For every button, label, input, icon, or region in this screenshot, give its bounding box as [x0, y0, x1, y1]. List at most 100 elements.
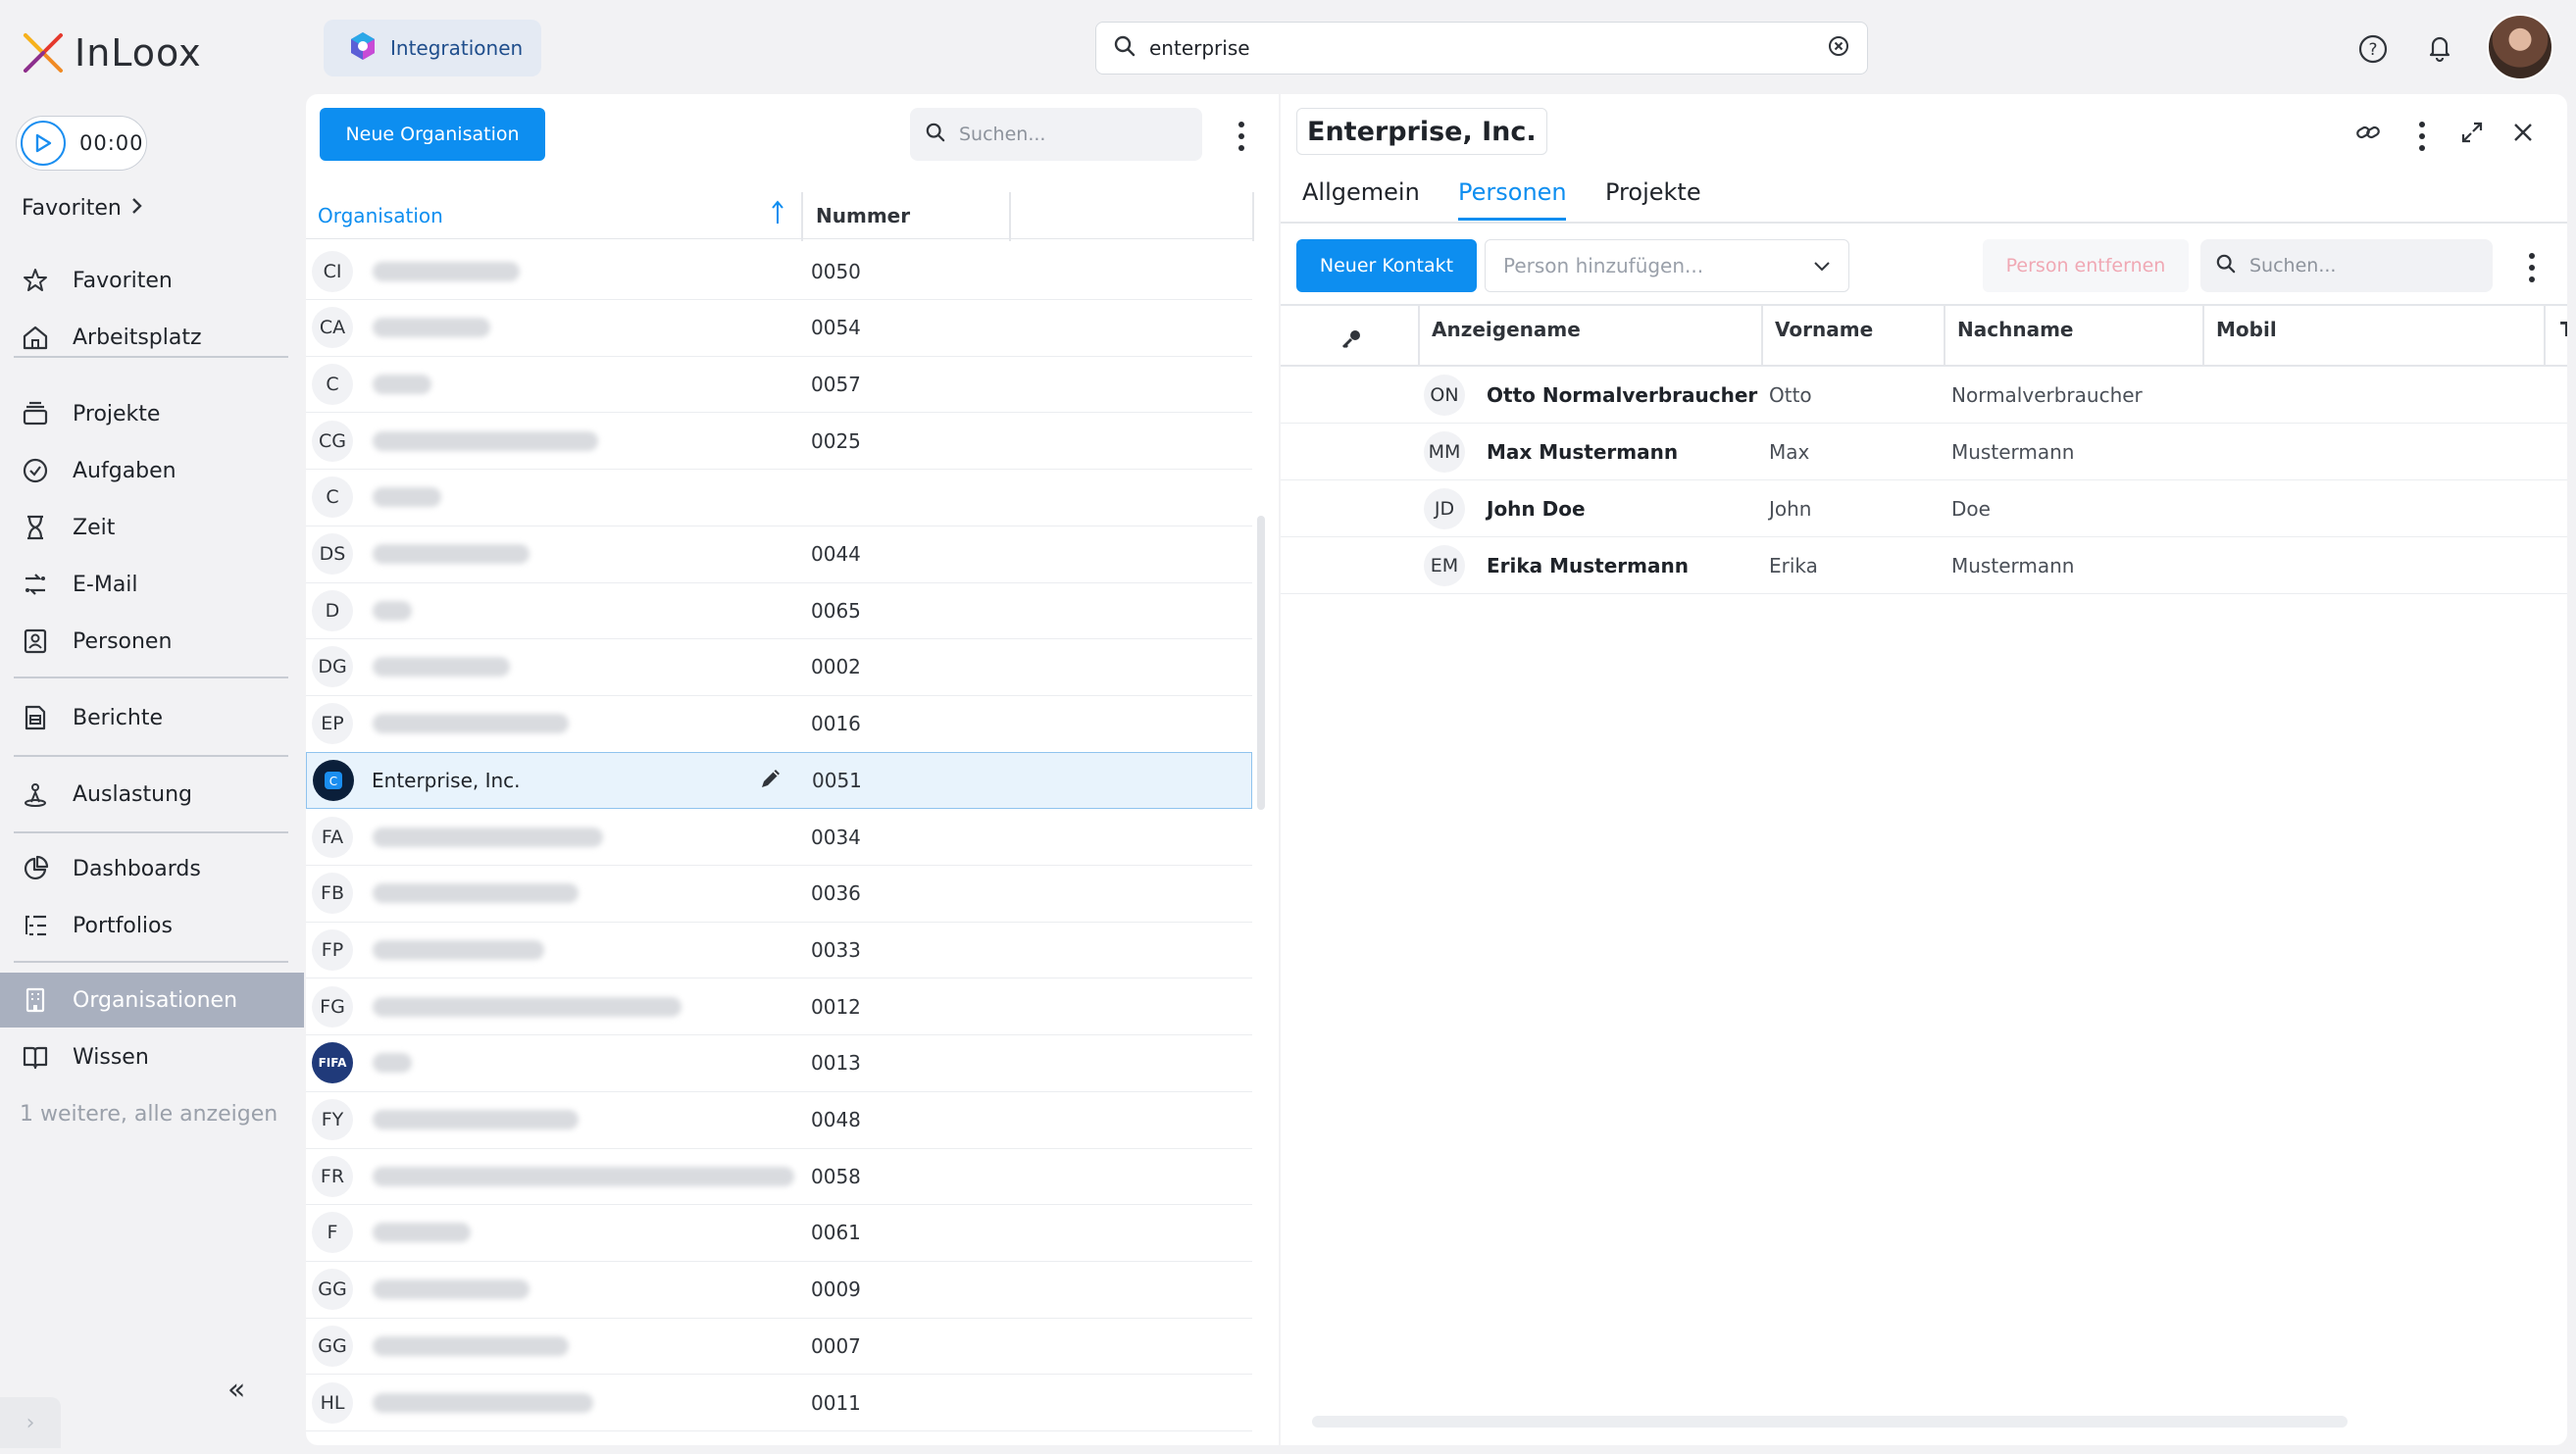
sidebar-item-label: Zeit [73, 515, 116, 540]
table-row[interactable]: C [306, 470, 1252, 526]
sidebar-item-label: Personen [73, 628, 173, 654]
table-row[interactable]: FIFA 0013 [306, 1035, 1252, 1092]
column-divider [2544, 304, 2546, 365]
organisation-number: 0016 [811, 712, 861, 736]
table-row[interactable]: GG 0007 [306, 1318, 1252, 1376]
column-organisation[interactable]: Organisation [318, 204, 443, 227]
person-initials: EM [1424, 544, 1465, 586]
sidebar-item-zeit[interactable]: Zeit [0, 500, 304, 555]
sidebar-item-label: Favoriten [73, 268, 173, 293]
sidebar-item-projekte[interactable]: Projekte [0, 386, 304, 441]
redacted-organisation-name [373, 374, 431, 394]
collapse-sidebar-icon[interactable]: « [227, 1373, 245, 1407]
organisation-initials: CG [312, 420, 353, 462]
organisation-number: 0036 [811, 881, 861, 906]
table-row[interactable]: DS 0044 [306, 526, 1252, 583]
sort-ascending-icon[interactable] [771, 200, 784, 230]
column-nummer[interactable]: Nummer [816, 204, 910, 227]
sidebar-item-dashboards[interactable]: Dashboards [0, 841, 304, 896]
organisation-initials: FG [312, 985, 353, 1028]
new-organisation-button[interactable]: Neue Organisation [320, 108, 545, 161]
more-options-icon[interactable] [2528, 253, 2536, 282]
sidebar-divider [14, 677, 288, 678]
table-row[interactable]: C 0057 [306, 356, 1252, 414]
person-initials: MM [1424, 430, 1465, 473]
expand-icon[interactable] [2459, 120, 2485, 149]
user-avatar[interactable] [2487, 14, 2553, 80]
expand-panel-icon[interactable]: › [0, 1397, 61, 1448]
notification-bell-icon[interactable] [2420, 27, 2459, 67]
more-options-icon[interactable] [1237, 122, 1245, 151]
organisation-number: 0065 [811, 598, 861, 623]
show-more-link[interactable]: 1 weitere, alle anzeigen [20, 1102, 278, 1127]
sidebar-item-portfolios[interactable]: Portfolios [0, 898, 304, 953]
table-row[interactable]: GG 0009 [306, 1262, 1252, 1319]
link-icon[interactable] [2355, 120, 2381, 149]
add-person-select[interactable]: Person hinzufügen... [1485, 239, 1849, 292]
sidebar-item-organisationen[interactable]: Organisationen [0, 973, 304, 1028]
organisation-search[interactable]: Suchen... [910, 108, 1202, 161]
sidebar-item-auslastung[interactable]: Auslastung [0, 767, 304, 822]
organisation-number: 0061 [811, 1221, 861, 1245]
table-row[interactable]: EP 0016 [306, 696, 1252, 753]
table-row[interactable]: EM Erika Mustermann Erika Mustermann [1281, 537, 2567, 594]
table-row[interactable]: C Enterprise, Inc. 0051 [306, 752, 1252, 810]
table-row[interactable]: HL 0011 [306, 1375, 1252, 1431]
column-anzeigename[interactable]: Anzeigename [1432, 318, 1581, 341]
table-row[interactable]: FB 0036 [306, 866, 1252, 923]
table-row[interactable]: FG 0012 [306, 978, 1252, 1036]
clear-search-icon[interactable] [1828, 35, 1849, 61]
sidebar-item-label: Aufgaben [73, 458, 177, 483]
remove-person-button[interactable]: Person entfernen [1983, 239, 2189, 292]
more-options-icon[interactable] [2418, 122, 2426, 151]
sidebar-item-favoriten[interactable]: Favoriten [0, 253, 304, 308]
redacted-organisation-name [373, 544, 530, 564]
close-icon[interactable] [2510, 120, 2536, 149]
detail-title[interactable]: Enterprise, Inc. [1296, 108, 1547, 155]
search-icon [926, 123, 945, 147]
column-vorname[interactable]: Vorname [1775, 318, 1873, 341]
new-contact-button[interactable]: Neuer Kontakt [1296, 239, 1477, 292]
tab-projekte[interactable]: Projekte [1605, 178, 1701, 206]
sidebar-item-personen[interactable]: Personen [0, 614, 304, 669]
table-row[interactable]: FY 0048 [306, 1092, 1252, 1149]
table-row[interactable]: DG 0002 [306, 639, 1252, 696]
sidebar-item-aufgaben[interactable]: Aufgaben [0, 443, 304, 498]
table-row[interactable]: FA 0034 [306, 809, 1252, 866]
column-mobil[interactable]: Mobil [2216, 318, 2277, 341]
tab-personen[interactable]: Personen [1458, 178, 1567, 206]
help-icon[interactable]: ? [2353, 29, 2393, 69]
sidebar-item-wissen[interactable]: Wissen [0, 1029, 304, 1084]
chevron-down-icon [1813, 254, 1831, 277]
edit-pencil-icon[interactable] [758, 766, 783, 795]
table-row[interactable]: CG 0025 [306, 413, 1252, 471]
table-row[interactable]: FR 0058 [306, 1148, 1252, 1206]
global-search[interactable] [1095, 22, 1868, 75]
sidebar-item-berichte[interactable]: Berichte [0, 690, 304, 745]
global-search-input[interactable] [1149, 36, 1814, 60]
person-first-name: John [1769, 496, 1812, 521]
table-row[interactable]: F 0061 [306, 1205, 1252, 1262]
table-row[interactable]: CI 0050 [306, 243, 1252, 300]
table-row[interactable]: FP 0033 [306, 922, 1252, 979]
table-row[interactable]: ON Otto Normalverbraucher Otto Normalverbra… [1281, 367, 2567, 424]
organisation-initials: D [312, 589, 353, 631]
tab-allgemein[interactable]: Allgemein [1302, 178, 1420, 206]
table-row[interactable]: D 0065 [306, 582, 1252, 640]
column-nachname[interactable]: Nachname [1957, 318, 2073, 341]
table-row[interactable]: MM Max Mustermann Max Mustermann [1281, 424, 2567, 480]
redacted-organisation-name [373, 1053, 412, 1074]
table-row[interactable]: JD John Doe John Doe [1281, 480, 2567, 537]
person-search[interactable]: Suchen... [2200, 239, 2493, 292]
sidebar-item-e-mail[interactable]: E-Mail [0, 557, 304, 612]
column-truncated[interactable]: T [2560, 318, 2567, 341]
book-icon [20, 1041, 51, 1073]
organisation-name: Enterprise, Inc. [372, 769, 521, 793]
table-row[interactable]: CA 0054 [306, 300, 1252, 357]
redacted-organisation-name [373, 1166, 794, 1186]
horizontal-scrollbar[interactable] [1312, 1416, 2348, 1428]
integrations-tab[interactable]: Integrationen [324, 20, 541, 76]
vertical-scrollbar[interactable] [1257, 516, 1265, 810]
sidebar-divider [14, 961, 288, 963]
portfolio-list-icon [20, 910, 51, 941]
